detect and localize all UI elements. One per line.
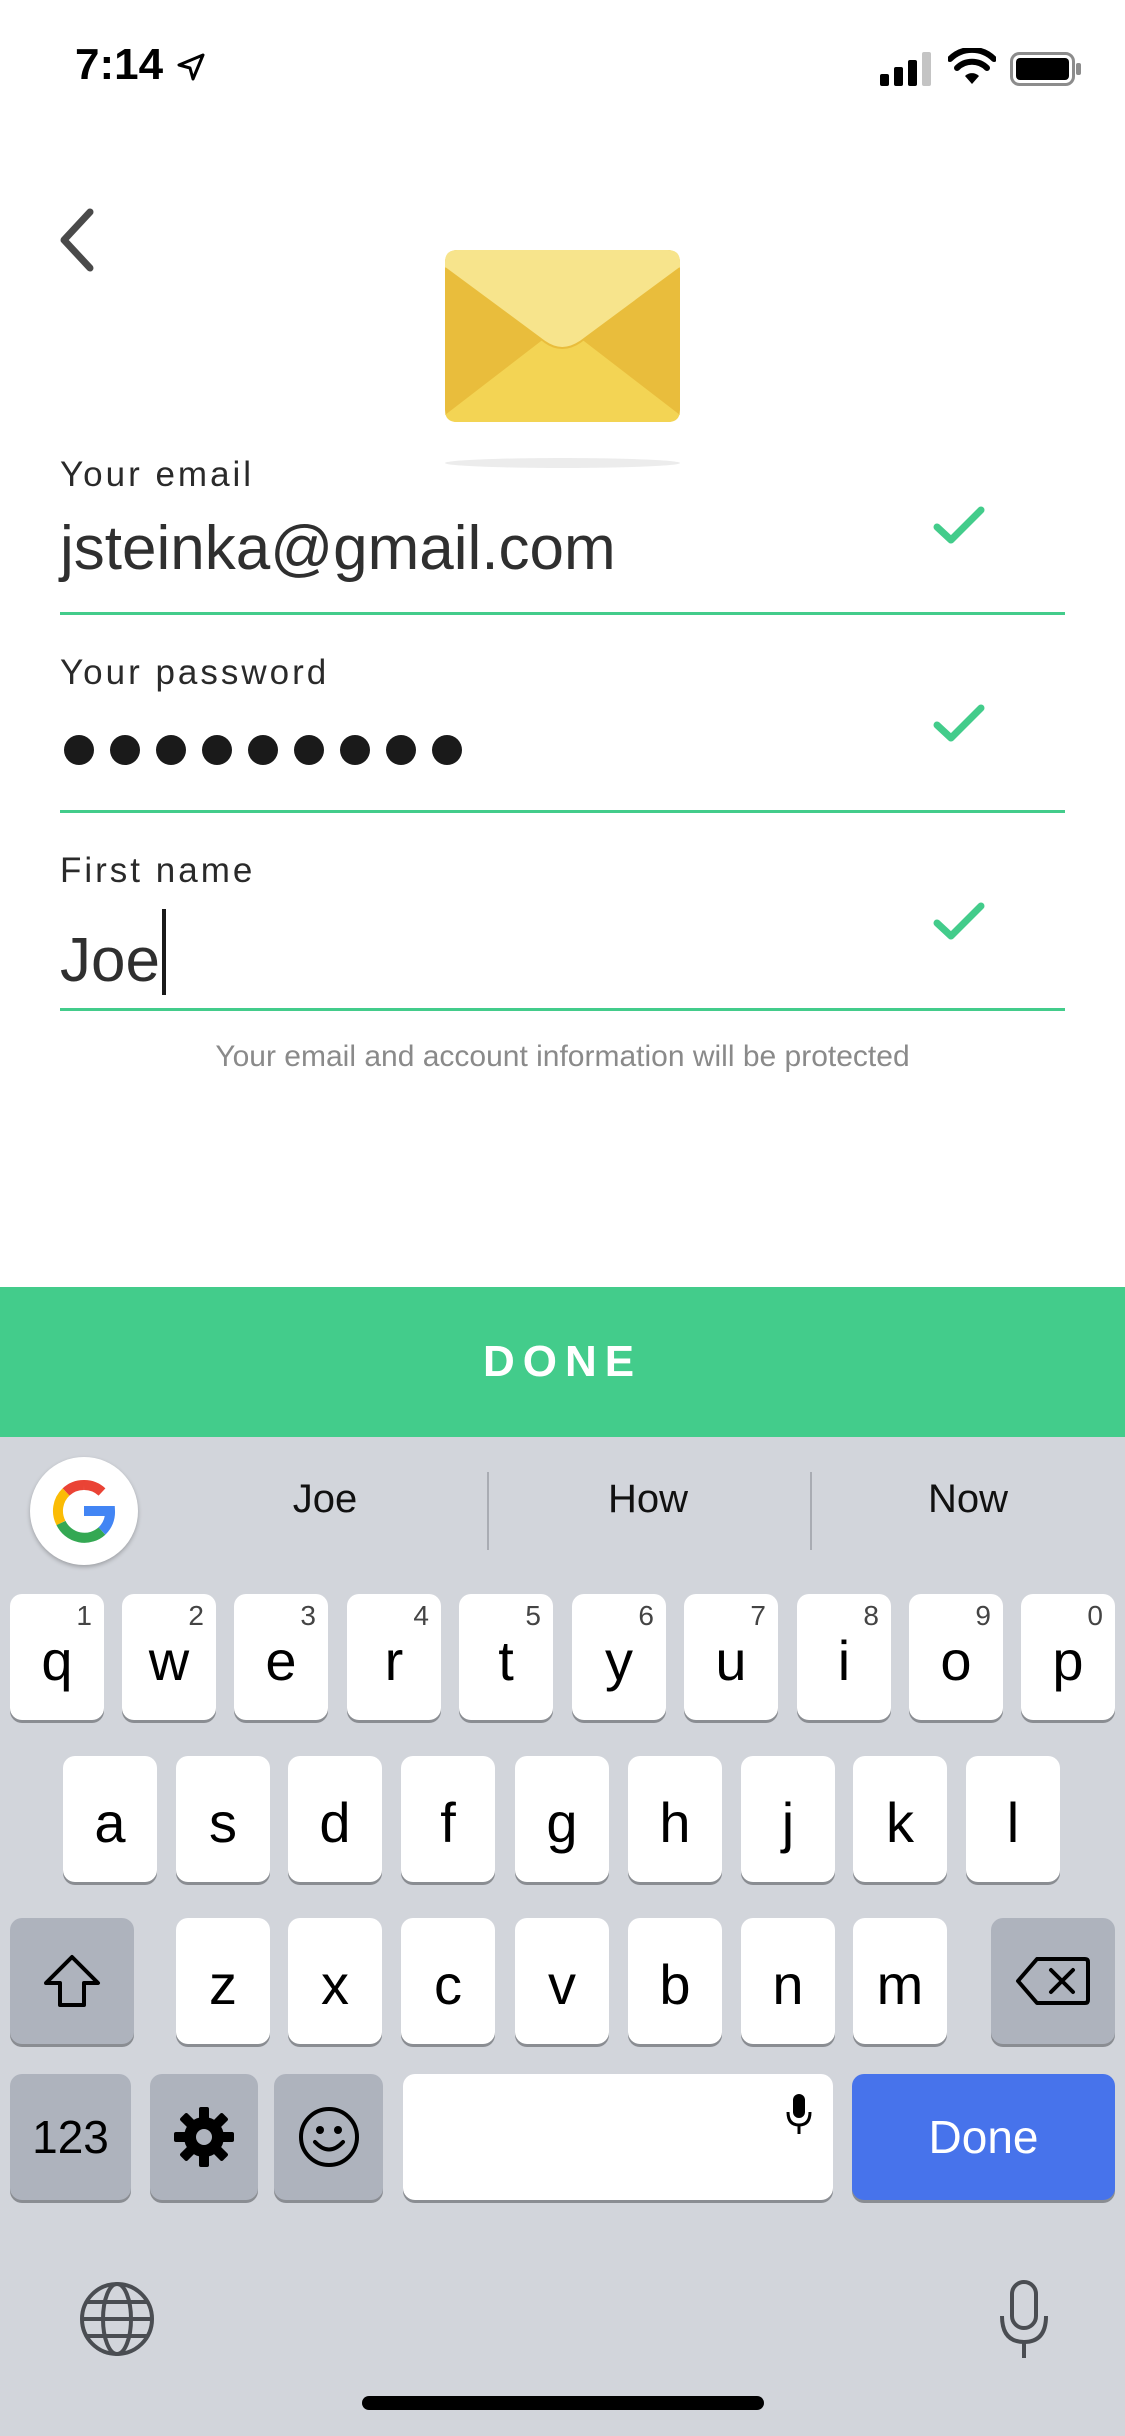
google-logo-button[interactable] bbox=[30, 1457, 138, 1565]
google-g-icon bbox=[52, 1480, 115, 1543]
key-t[interactable]: 5t bbox=[459, 1594, 553, 1720]
password-input[interactable] bbox=[64, 735, 462, 765]
globe-icon[interactable] bbox=[78, 2280, 156, 2358]
key-s[interactable]: s bbox=[176, 1756, 270, 1882]
keyboard: Joe How Now 1q 2w 3e 4r 5t 6y 7u 8i 9o 0… bbox=[0, 1437, 1125, 2436]
password-dot bbox=[432, 735, 462, 765]
key-o[interactable]: 9o bbox=[909, 1594, 1003, 1720]
back-chevron-icon[interactable] bbox=[50, 200, 110, 280]
password-dot bbox=[110, 735, 140, 765]
password-dot bbox=[294, 735, 324, 765]
key-a[interactable]: a bbox=[63, 1756, 157, 1882]
key-q[interactable]: 1q bbox=[10, 1594, 104, 1720]
key-l[interactable]: l bbox=[966, 1756, 1060, 1882]
password-dot bbox=[248, 735, 278, 765]
password-dot bbox=[64, 735, 94, 765]
space-key[interactable] bbox=[403, 2074, 833, 2200]
emoji-key[interactable] bbox=[274, 2074, 383, 2200]
key-x[interactable]: x bbox=[288, 1918, 382, 2044]
key-w[interactable]: 2w bbox=[122, 1594, 216, 1720]
key-n[interactable]: n bbox=[741, 1918, 835, 2044]
key-m[interactable]: m bbox=[853, 1918, 947, 2044]
password-label: Your password bbox=[60, 653, 330, 692]
suggestion-divider bbox=[487, 1472, 489, 1550]
key-h[interactable]: h bbox=[628, 1756, 722, 1882]
home-indicator bbox=[362, 2396, 764, 2410]
suggestion-divider bbox=[810, 1472, 812, 1550]
location-arrow-icon bbox=[177, 53, 205, 81]
key-f[interactable]: f bbox=[401, 1756, 495, 1882]
password-dot bbox=[386, 735, 416, 765]
key-z[interactable]: z bbox=[176, 1918, 270, 2044]
key-y[interactable]: 6y bbox=[572, 1594, 666, 1720]
privacy-helper-text: Your email and account information will … bbox=[215, 1040, 910, 1073]
suggestion-1[interactable]: Joe bbox=[175, 1477, 475, 1522]
password-dot bbox=[156, 735, 186, 765]
first-name-input[interactable]: Joe bbox=[60, 909, 166, 996]
emoji-icon bbox=[298, 2107, 359, 2167]
envelope-icon bbox=[445, 250, 680, 422]
password-dot bbox=[202, 735, 232, 765]
password-dot bbox=[340, 735, 370, 765]
password-field[interactable]: Your password bbox=[60, 653, 1065, 813]
key-p[interactable]: 0p bbox=[1021, 1594, 1115, 1720]
done-button-label: DONE bbox=[482, 1337, 643, 1386]
key-c[interactable]: c bbox=[401, 1918, 495, 2044]
key-k[interactable]: k bbox=[853, 1756, 947, 1882]
microphone-icon[interactable] bbox=[998, 2280, 1050, 2360]
key-b[interactable]: b bbox=[628, 1918, 722, 2044]
status-time: 7:14 bbox=[75, 40, 164, 89]
key-d[interactable]: d bbox=[288, 1756, 382, 1882]
mic-small-icon bbox=[786, 2094, 812, 2134]
key-u[interactable]: 7u bbox=[684, 1594, 778, 1720]
email-input[interactable]: jsteinka@gmail.com bbox=[60, 513, 616, 584]
backspace-key[interactable] bbox=[991, 1918, 1115, 2044]
first-name-label: First name bbox=[60, 851, 256, 890]
backspace-icon bbox=[1016, 1957, 1090, 2005]
wifi-icon bbox=[948, 48, 996, 84]
gear-icon bbox=[174, 2107, 234, 2167]
done-button[interactable]: DONE bbox=[0, 1287, 1125, 1437]
key-v[interactable]: v bbox=[515, 1918, 609, 2044]
first-name-field[interactable]: First name Joe bbox=[60, 851, 1065, 1011]
shift-key[interactable] bbox=[10, 1918, 134, 2044]
key-j[interactable]: j bbox=[741, 1756, 835, 1882]
cellular-signal-icon bbox=[880, 52, 931, 86]
battery-icon bbox=[1010, 52, 1081, 86]
status-bar: 7:14 bbox=[0, 0, 1125, 140]
key-e[interactable]: 3e bbox=[234, 1594, 328, 1720]
settings-key[interactable] bbox=[150, 2074, 258, 2200]
password-valid-check-icon bbox=[933, 704, 985, 742]
email-label: Your email bbox=[60, 455, 255, 494]
first-name-valid-check-icon bbox=[933, 902, 985, 940]
suggestion-bar: Joe How Now bbox=[0, 1437, 1125, 1582]
email-field[interactable]: Your email jsteinka@gmail.com bbox=[60, 455, 1065, 615]
key-r[interactable]: 4r bbox=[347, 1594, 441, 1720]
text-cursor bbox=[161, 909, 166, 995]
suggestion-3[interactable]: Now bbox=[818, 1477, 1118, 1522]
shift-icon bbox=[44, 1955, 100, 2007]
key-i[interactable]: 8i bbox=[797, 1594, 891, 1720]
numbers-key[interactable]: 123 bbox=[10, 2074, 131, 2200]
email-valid-check-icon bbox=[933, 506, 985, 544]
suggestion-2[interactable]: How bbox=[498, 1477, 798, 1522]
first-name-value: Joe bbox=[60, 926, 160, 995]
key-g[interactable]: g bbox=[515, 1756, 609, 1882]
keyboard-done-key[interactable]: Done bbox=[852, 2074, 1115, 2200]
